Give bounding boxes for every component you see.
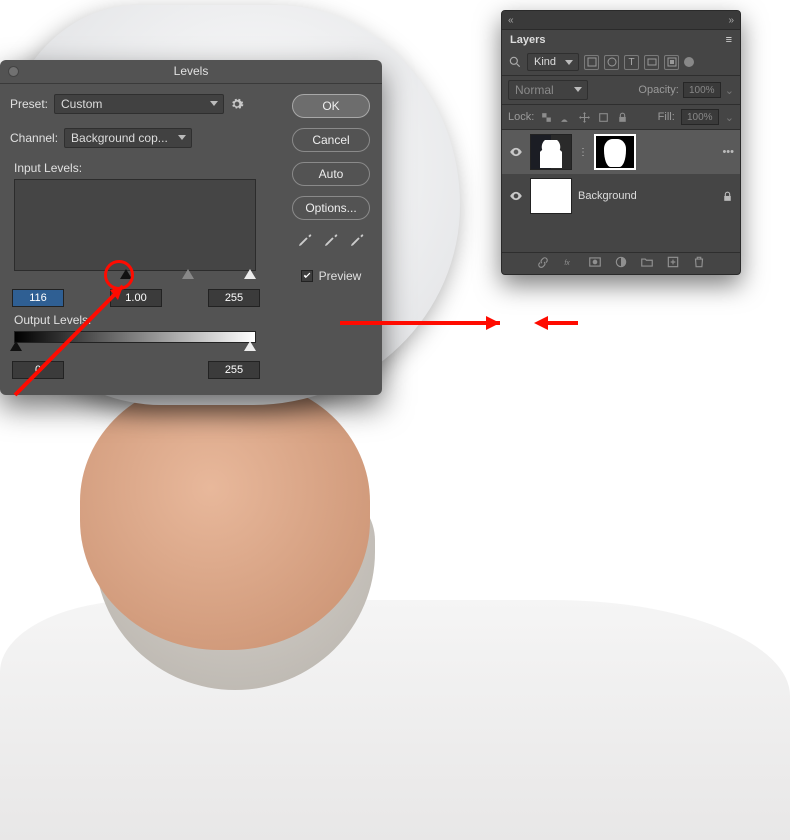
highlights-slider-handle[interactable]	[244, 269, 256, 279]
dialog-titlebar[interactable]: Levels	[0, 60, 382, 84]
chevron-down-icon	[178, 135, 186, 140]
chevron-down-icon[interactable]: ⌄	[725, 111, 734, 124]
lock-transparency-icon[interactable]	[540, 111, 553, 124]
preset-value: Custom	[61, 97, 102, 111]
chevron-down-icon	[210, 101, 218, 106]
auto-button[interactable]: Auto	[292, 162, 370, 186]
levels-dialog: Levels Preset: Custom Channel: Backgroun…	[0, 60, 382, 395]
fill-label: Fill:	[658, 111, 675, 123]
chevron-down-icon	[574, 87, 582, 92]
input-black-field[interactable]	[12, 289, 64, 307]
chevron-down-icon[interactable]: ⌄	[725, 84, 734, 97]
input-mid-field[interactable]	[110, 289, 162, 307]
layers-panel: « » Layers ≡ Kind T Normal Opacity: ⌄ Lo…	[501, 10, 741, 275]
lock-label: Lock:	[508, 111, 534, 123]
collapse-right-icon[interactable]: »	[728, 15, 734, 26]
add-mask-icon[interactable]	[588, 255, 602, 272]
blend-mode-select[interactable]: Normal	[508, 80, 588, 100]
link-icon[interactable]: ⋮	[578, 147, 588, 158]
layer-name[interactable]: Background	[578, 190, 715, 202]
layers-bottom-toolbar: fx	[502, 252, 740, 274]
group-icon[interactable]	[640, 255, 654, 272]
trash-icon[interactable]	[692, 255, 706, 272]
input-slider-track[interactable]	[14, 271, 256, 285]
chef-face-shape	[80, 380, 370, 650]
ok-button[interactable]: OK	[292, 94, 370, 118]
channel-value: Background cop...	[71, 131, 168, 145]
chef-jacket-shape	[0, 600, 790, 840]
output-gradient	[14, 331, 256, 343]
layers-tab[interactable]: Layers ≡	[502, 29, 740, 49]
search-icon[interactable]	[508, 55, 522, 69]
layer-thumbnail[interactable]	[530, 134, 572, 170]
input-levels-label: Input Levels:	[14, 161, 274, 175]
preset-select[interactable]: Custom	[54, 94, 224, 114]
filter-type-icon[interactable]: T	[624, 55, 639, 70]
svg-text:fx: fx	[564, 260, 570, 267]
preset-label: Preset:	[10, 97, 48, 111]
chevron-down-icon	[565, 60, 573, 65]
shadows-slider-handle[interactable]	[120, 269, 132, 279]
filter-toggle-icon[interactable]	[684, 57, 694, 67]
options-button[interactable]: Options...	[292, 196, 370, 220]
histogram	[14, 179, 256, 271]
dialog-title: Levels	[174, 64, 209, 78]
lock-image-icon[interactable]	[559, 111, 572, 124]
visibility-eye-icon[interactable]	[508, 145, 524, 159]
black-point-eyedropper-icon[interactable]	[297, 232, 313, 251]
gear-icon[interactable]	[230, 97, 244, 111]
lock-position-icon[interactable]	[578, 111, 591, 124]
filter-adjustment-icon[interactable]	[604, 55, 619, 70]
layer-style-icon[interactable]: fx	[562, 255, 576, 272]
gray-point-eyedropper-icon[interactable]	[323, 232, 339, 251]
lock-all-icon[interactable]	[616, 111, 629, 124]
output-black-field[interactable]	[12, 361, 64, 379]
adjustment-layer-icon[interactable]	[614, 255, 628, 272]
output-white-handle[interactable]	[244, 341, 256, 351]
layer-row-2[interactable]: Background	[502, 174, 740, 218]
panel-topbar[interactable]: « »	[502, 11, 740, 29]
opacity-label: Opacity:	[638, 84, 678, 96]
white-point-eyedropper-icon[interactable]	[349, 232, 365, 251]
close-icon[interactable]	[8, 66, 19, 77]
cancel-button[interactable]: Cancel	[292, 128, 370, 152]
layer-mask-thumbnail[interactable]	[594, 134, 636, 170]
opacity-field[interactable]	[683, 82, 721, 98]
fill-field[interactable]	[681, 109, 719, 125]
output-levels-label: Output Levels:	[14, 313, 274, 327]
output-black-handle[interactable]	[10, 341, 22, 351]
more-icon[interactable]: •••	[722, 146, 734, 158]
layer-thumbnail[interactable]	[530, 178, 572, 214]
visibility-eye-icon[interactable]	[508, 189, 524, 203]
layer-row-1[interactable]: ⋮ •••	[502, 130, 740, 174]
lock-icon	[721, 190, 734, 203]
filter-shape-icon[interactable]	[644, 55, 659, 70]
new-layer-icon[interactable]	[666, 255, 680, 272]
midtones-slider-handle[interactable]	[182, 269, 194, 279]
output-slider-track[interactable]	[14, 343, 256, 357]
channel-select[interactable]: Background cop...	[64, 128, 192, 148]
lock-artboard-icon[interactable]	[597, 111, 610, 124]
filter-kind-select[interactable]: Kind	[527, 53, 579, 71]
link-layers-icon[interactable]	[536, 255, 550, 272]
filter-pixel-icon[interactable]	[584, 55, 599, 70]
collapse-left-icon[interactable]: «	[508, 15, 514, 26]
panel-menu-icon[interactable]: ≡	[726, 34, 732, 46]
checkbox-checked-icon	[301, 270, 313, 282]
output-white-field[interactable]	[208, 361, 260, 379]
channel-label: Channel:	[10, 131, 58, 145]
filter-smart-icon[interactable]	[664, 55, 679, 70]
preview-checkbox[interactable]: Preview	[301, 269, 362, 283]
preview-label: Preview	[319, 269, 362, 283]
input-white-field[interactable]	[208, 289, 260, 307]
